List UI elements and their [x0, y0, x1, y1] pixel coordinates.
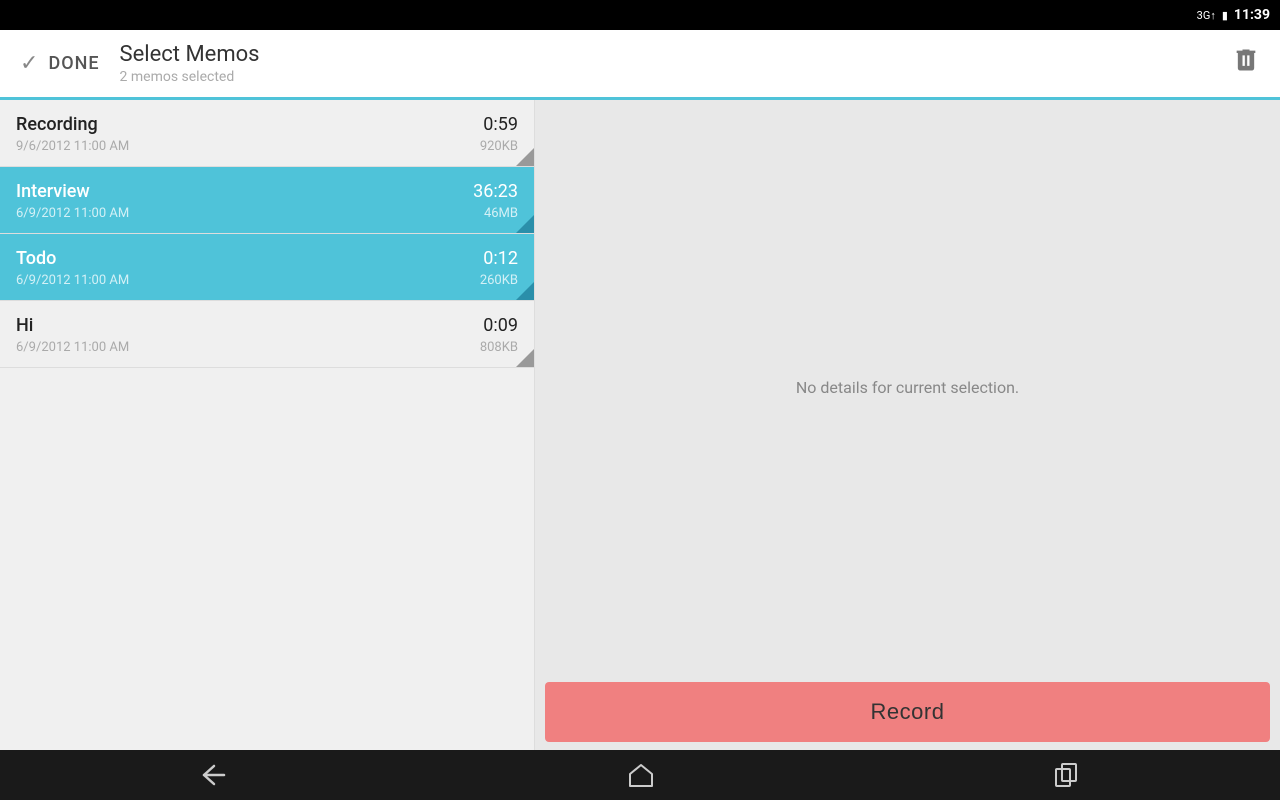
- back-button[interactable]: [200, 764, 228, 786]
- detail-panel: No details for current selection. Record: [535, 100, 1280, 750]
- main-content: Recording 0:59 9/6/2012 11:00 AM 920KB I…: [0, 100, 1280, 750]
- memo-name: Hi: [16, 315, 33, 336]
- status-bar: 3G↑ ▮ 11:39: [0, 0, 1280, 30]
- page-title: Select Memos: [120, 42, 1232, 67]
- nav-bar: [0, 750, 1280, 800]
- record-button[interactable]: Record: [545, 682, 1270, 742]
- memo-name: Interview: [16, 181, 90, 202]
- signal-icon: 3G↑: [1197, 9, 1216, 22]
- checkmark-icon: ✓: [20, 53, 38, 75]
- done-button[interactable]: ✓ DONE: [20, 53, 100, 75]
- action-bar: ✓ DONE Select Memos 2 memos selected: [0, 30, 1280, 100]
- time-display: 11:39: [1234, 7, 1270, 23]
- memo-date: 6/9/2012 11:00 AM: [16, 206, 129, 221]
- memo-triangle: [516, 215, 534, 233]
- memo-date: 6/9/2012 11:00 AM: [16, 273, 129, 288]
- memo-date: 6/9/2012 11:00 AM: [16, 340, 129, 355]
- memo-item-interview[interactable]: Interview 36:23 6/9/2012 11:00 AM 46MB: [0, 167, 534, 234]
- title-section: Select Memos 2 memos selected: [100, 42, 1232, 85]
- memo-size: 920KB: [480, 139, 518, 154]
- recent-apps-button[interactable]: [1054, 762, 1080, 788]
- memo-duration: 0:59: [483, 114, 518, 135]
- memo-triangle: [516, 148, 534, 166]
- home-button[interactable]: [627, 762, 655, 788]
- memo-item-todo[interactable]: Todo 0:12 6/9/2012 11:00 AM 260KB: [0, 234, 534, 301]
- memo-duration: 0:09: [483, 315, 518, 336]
- battery-icon: ▮: [1222, 9, 1228, 22]
- memo-item-recording[interactable]: Recording 0:59 9/6/2012 11:00 AM 920KB: [0, 100, 534, 167]
- memo-size: 260KB: [480, 273, 518, 288]
- memo-date: 9/6/2012 11:00 AM: [16, 139, 129, 154]
- memo-list: Recording 0:59 9/6/2012 11:00 AM 920KB I…: [0, 100, 535, 750]
- memo-item-hi[interactable]: Hi 0:09 6/9/2012 11:00 AM 808KB: [0, 301, 534, 368]
- delete-button[interactable]: [1232, 46, 1260, 81]
- memo-size: 46MB: [484, 206, 518, 221]
- no-details-text: No details for current selection.: [796, 378, 1019, 397]
- selected-count: 2 memos selected: [120, 69, 1232, 85]
- memo-name: Todo: [16, 248, 56, 269]
- record-button-container: Record: [535, 674, 1280, 750]
- memo-duration: 0:12: [483, 248, 518, 269]
- memo-name: Recording: [16, 114, 98, 135]
- done-label: DONE: [48, 53, 99, 74]
- memo-triangle: [516, 282, 534, 300]
- memo-triangle: [516, 349, 534, 367]
- memo-size: 808KB: [480, 340, 518, 355]
- memo-duration: 36:23: [473, 181, 518, 202]
- detail-content: No details for current selection.: [535, 100, 1280, 674]
